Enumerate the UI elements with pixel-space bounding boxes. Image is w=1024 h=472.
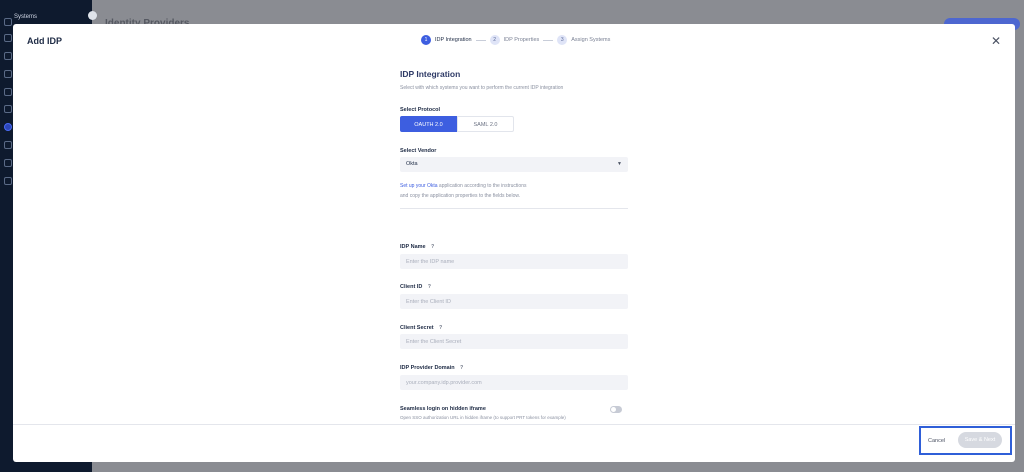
modal-title: Add IDP bbox=[27, 36, 62, 46]
vendor-select-value: Okta bbox=[406, 161, 418, 167]
client-id-label: Client ID ? bbox=[400, 284, 431, 290]
seamless-login-toggle[interactable] bbox=[610, 406, 622, 413]
help-icon[interactable]: ? bbox=[428, 284, 431, 290]
protocol-label: Select Protocol bbox=[400, 107, 441, 113]
form-title: IDP Integration bbox=[400, 69, 461, 79]
help-icon[interactable]: ? bbox=[460, 365, 463, 371]
seamless-login-label: Seamless login on hidden iframe bbox=[400, 406, 486, 412]
sidebar-rail-icon bbox=[4, 52, 12, 60]
idp-integration-form: IDP Integration Select with which system… bbox=[400, 69, 628, 420]
sidebar-rail-icon bbox=[4, 159, 12, 167]
sidebar-rail-icon bbox=[4, 105, 12, 113]
form-divider bbox=[400, 208, 628, 209]
add-idp-modal: Add IDP 1 IDP Integration 2 IDP Properti… bbox=[13, 24, 1015, 462]
toggle-knob bbox=[611, 407, 616, 412]
idp-name-label-text: IDP Name bbox=[400, 244, 426, 250]
step-idp-properties: 2 IDP Properties bbox=[489, 35, 540, 45]
sidebar-rail-icon-active bbox=[4, 123, 12, 131]
form-subtitle: Select with which systems you want to pe… bbox=[400, 85, 564, 91]
idp-domain-label: IDP Provider Domain ? bbox=[400, 365, 463, 371]
step-label: IDP Properties bbox=[503, 37, 540, 43]
client-secret-label: Client Secret ? bbox=[400, 325, 442, 331]
client-secret-input[interactable] bbox=[400, 334, 628, 349]
step-number: 3 bbox=[557, 35, 568, 45]
setup-okta-link[interactable]: Set up your Okta bbox=[400, 183, 438, 189]
sidebar-rail-icon bbox=[4, 177, 12, 185]
sidebar-rail-icon bbox=[4, 18, 12, 26]
step-idp-integration: 1 IDP Integration bbox=[421, 35, 472, 45]
vendor-instructions: Set up your Okta application according t… bbox=[400, 181, 628, 201]
help-icon[interactable]: ? bbox=[431, 244, 434, 250]
cancel-button[interactable]: Cancel bbox=[928, 438, 945, 444]
help-icon[interactable]: ? bbox=[439, 325, 442, 331]
protocol-saml-button[interactable]: SAML 2.0 bbox=[457, 116, 514, 132]
vendor-select[interactable]: Okta ▼ bbox=[400, 157, 628, 172]
client-id-label-text: Client ID bbox=[400, 284, 423, 290]
save-next-button[interactable]: Save & Next bbox=[958, 432, 1002, 448]
idp-name-input[interactable] bbox=[400, 254, 628, 269]
protocol-toggle-group: OAUTH 2.0 SAML 2.0 bbox=[400, 116, 514, 132]
client-id-input[interactable] bbox=[400, 294, 628, 309]
vendor-instructions-text-2: and copy the application properties to t… bbox=[400, 193, 521, 199]
caret-down-icon: ▼ bbox=[617, 161, 622, 167]
idp-domain-label-text: IDP Provider Domain bbox=[400, 365, 455, 371]
protocol-oauth-button[interactable]: OAUTH 2.0 bbox=[400, 116, 457, 132]
sidebar-rail-icon bbox=[4, 141, 12, 149]
vendor-instructions-text: application according to the instruction… bbox=[437, 183, 527, 189]
step-connector bbox=[543, 39, 554, 41]
vendor-label: Select Vendor bbox=[400, 148, 437, 154]
seamless-login-description: Open SSO authorization URL in hidden ifr… bbox=[400, 415, 566, 420]
step-assign-systems: 3 Assign Systems bbox=[557, 35, 610, 45]
step-label: Assign Systems bbox=[571, 37, 611, 43]
sidebar-brand: Systems bbox=[14, 14, 38, 20]
step-connector bbox=[475, 39, 486, 41]
wizard-stepper: 1 IDP Integration 2 IDP Properties 3 Ass… bbox=[421, 35, 610, 45]
close-icon[interactable]: ✕ bbox=[989, 34, 1003, 48]
step-number: 2 bbox=[489, 35, 500, 45]
client-secret-label-text: Client Secret bbox=[400, 325, 434, 331]
sidebar-rail-icon bbox=[4, 70, 12, 78]
sidebar-rail-icon bbox=[4, 88, 12, 96]
footer-divider bbox=[13, 424, 1015, 425]
sidebar-rail-icon bbox=[4, 34, 12, 42]
idp-name-label: IDP Name ? bbox=[400, 244, 434, 250]
idp-domain-input[interactable] bbox=[400, 375, 628, 390]
step-number: 1 bbox=[421, 35, 431, 45]
sidebar-collapse-icon bbox=[88, 11, 97, 20]
step-label: IDP Integration bbox=[435, 37, 472, 43]
